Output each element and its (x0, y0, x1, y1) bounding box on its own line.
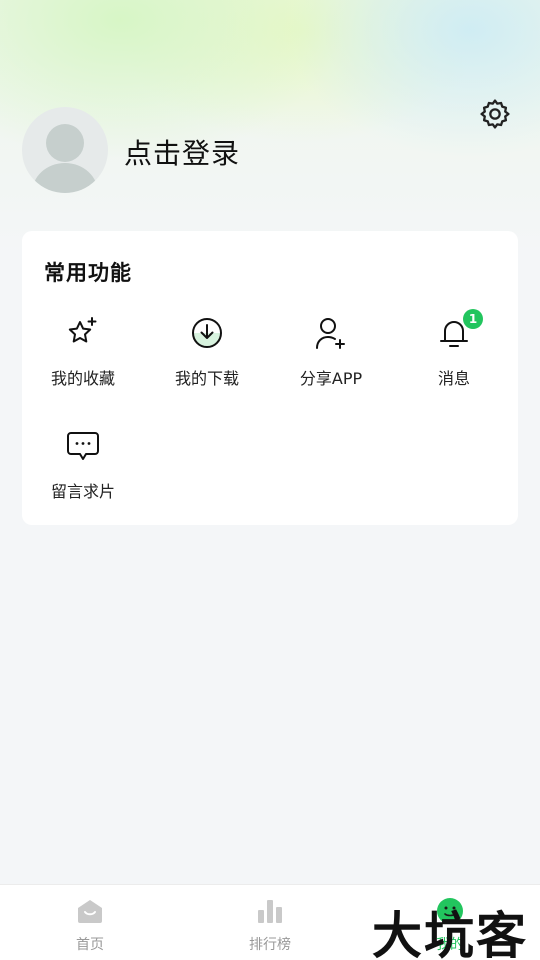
notification-badge: 1 (463, 309, 483, 329)
login-link[interactable]: 点击登录 (124, 132, 240, 172)
watermark-logo: 大坑客 (372, 907, 528, 960)
feature-share-app[interactable]: 分享APP (276, 315, 386, 405)
add-user-icon (316, 318, 345, 349)
tab-label: 首页 (76, 937, 104, 953)
tab-ranking[interactable]: 排行榜 (210, 885, 330, 960)
gear-icon (480, 99, 510, 129)
feature-downloads[interactable]: 我的下载 (152, 315, 262, 405)
tab-label: 排行榜 (249, 937, 291, 953)
settings-button[interactable] (477, 96, 513, 132)
tab-home[interactable]: 首页 (30, 885, 150, 960)
avatar[interactable] (22, 107, 108, 193)
feature-messages[interactable]: 1 消息 (399, 309, 509, 405)
feature-label: 留言求片 (50, 482, 115, 501)
features-card: 常用功能 我的收藏 我的下载 分享APP 1 消息 留言求片 (22, 231, 518, 525)
feature-favorites[interactable]: 我的收藏 (28, 315, 138, 405)
chat-bubble-icon (67, 432, 99, 460)
default-avatar-icon (32, 124, 98, 193)
feature-request-movie[interactable]: 留言求片 (28, 428, 138, 518)
home-icon (78, 900, 102, 923)
feature-label: 消息 (437, 369, 470, 388)
feature-label: 我的收藏 (50, 369, 115, 388)
feature-label: 我的下载 (174, 369, 239, 388)
download-circle-icon (192, 318, 222, 348)
star-sparkle-icon (68, 317, 97, 343)
card-title: 常用功能 (44, 261, 132, 285)
bar-chart-icon (258, 900, 282, 923)
feature-label: 分享APP (299, 369, 363, 388)
